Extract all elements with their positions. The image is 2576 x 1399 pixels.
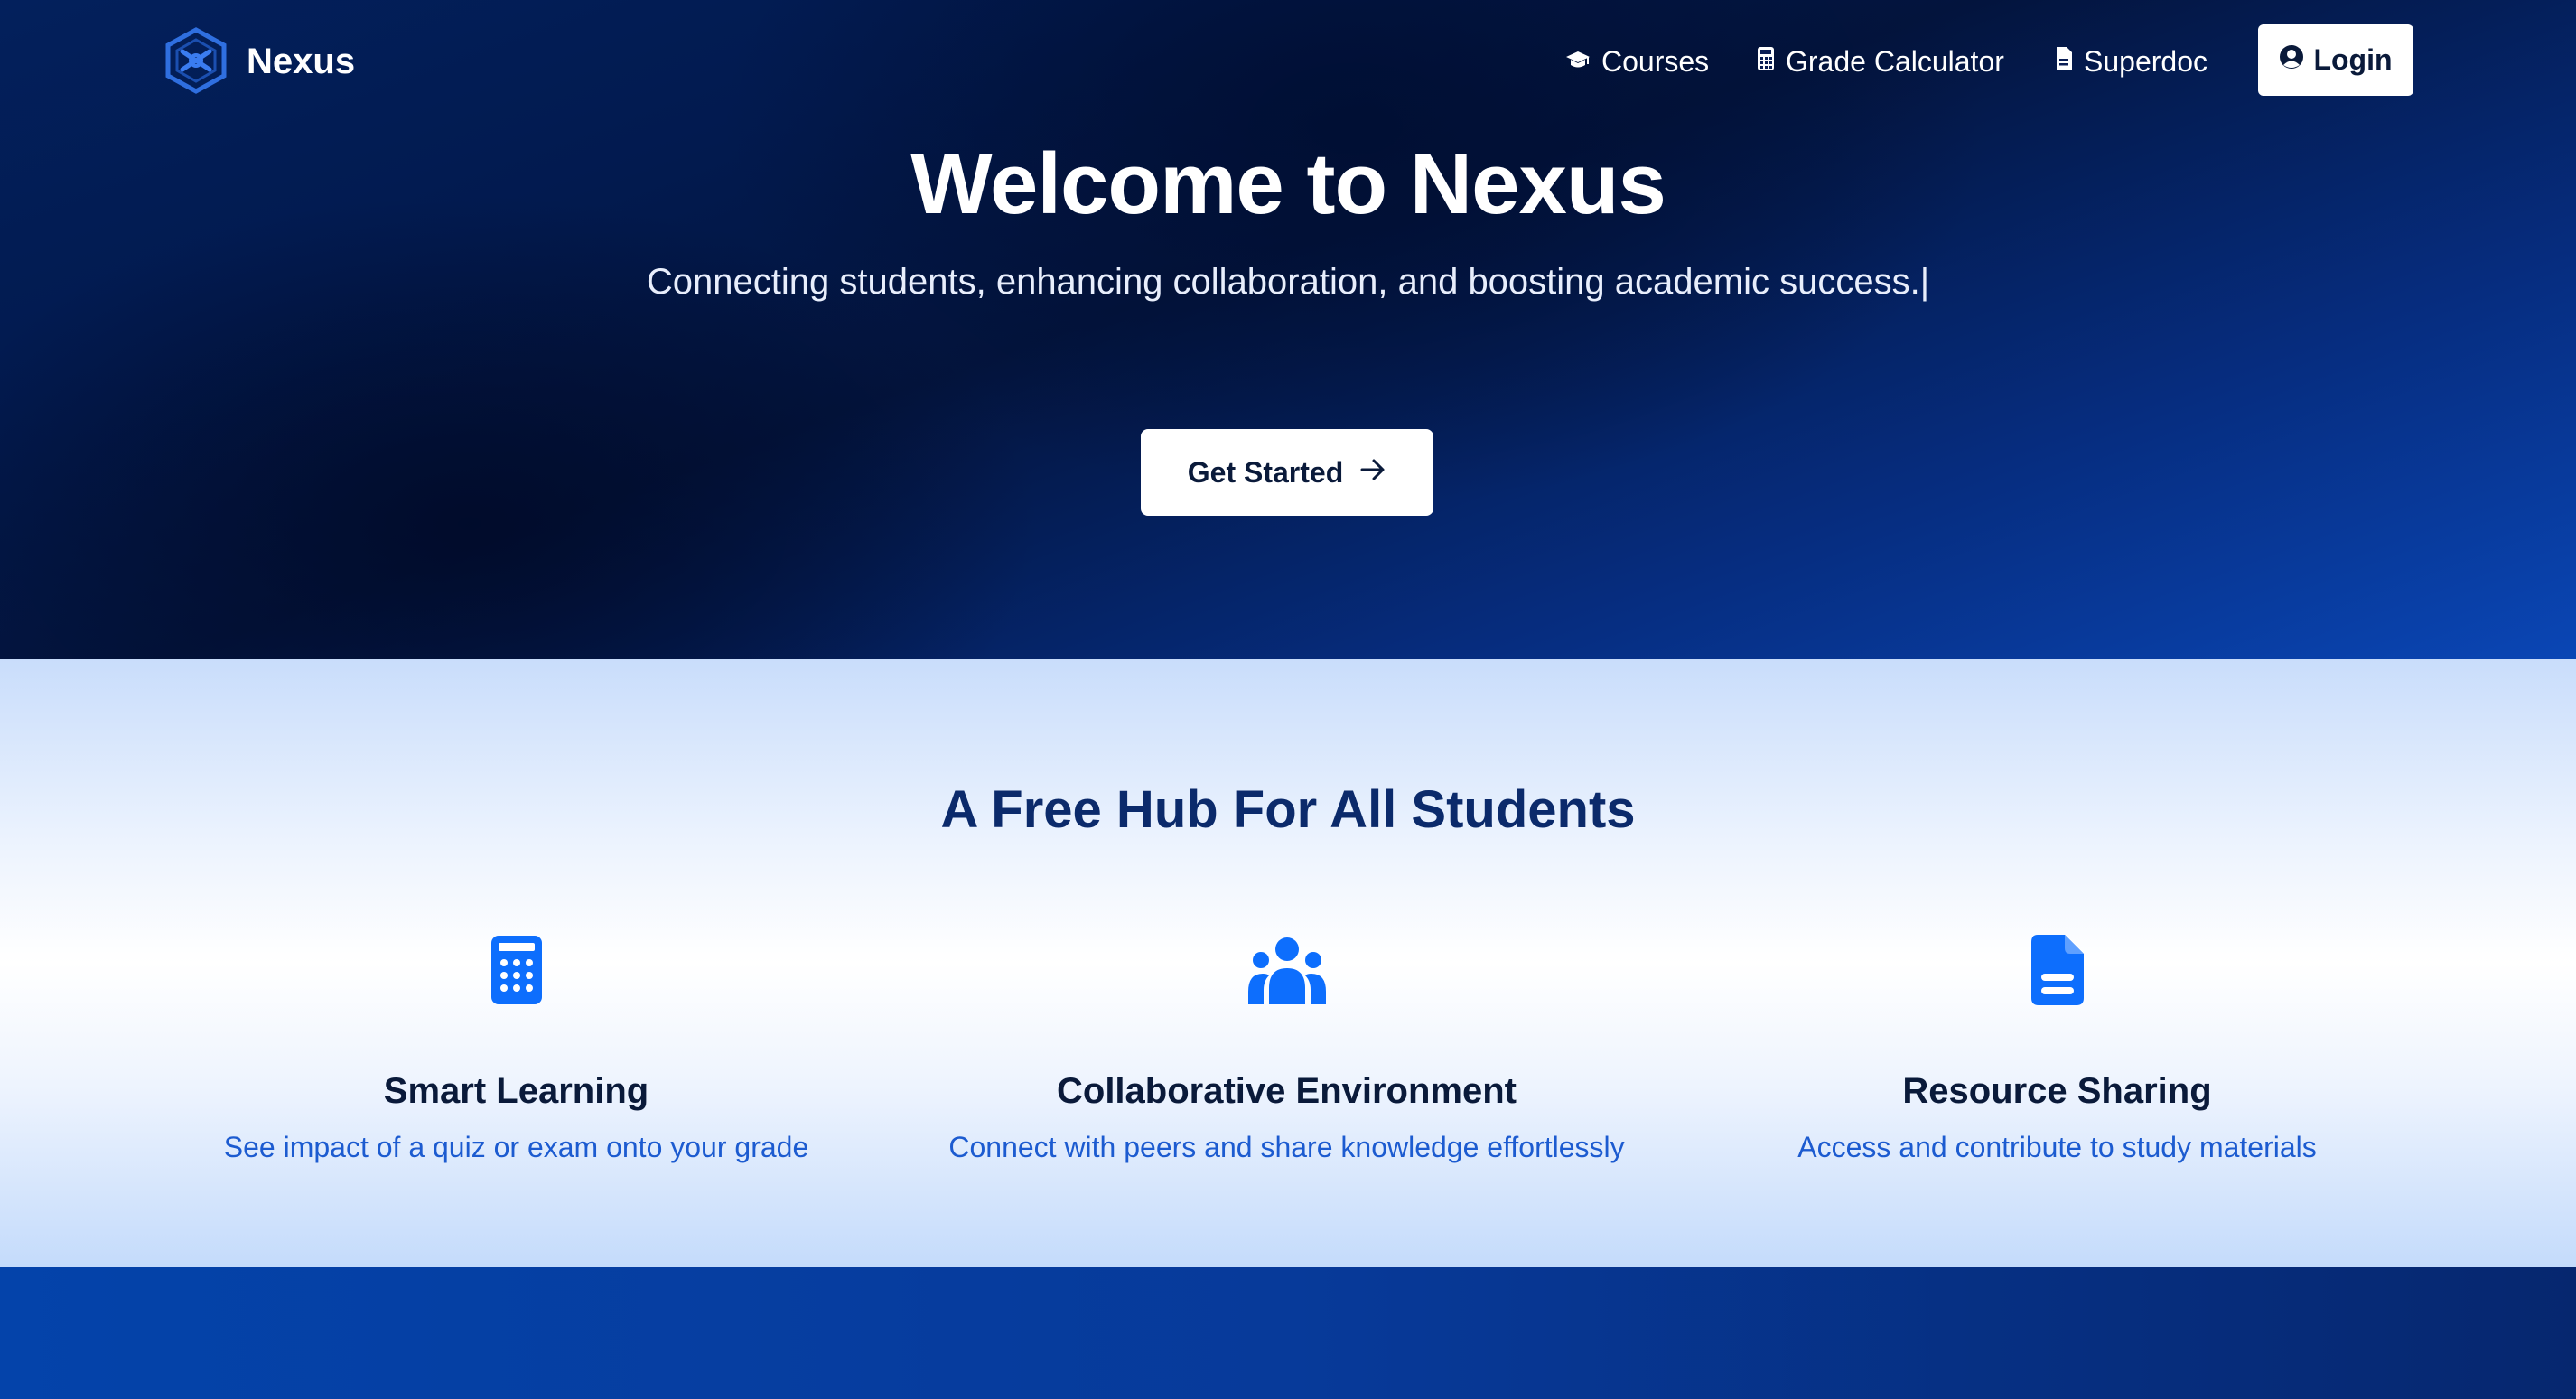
nav-grade-calculator-link[interactable]: Grade Calculator <box>1757 40 2004 83</box>
login-label: Login <box>2313 43 2393 76</box>
nav-courses-label: Courses <box>1601 45 1710 78</box>
user-circle-icon <box>2279 43 2304 77</box>
feature-resource-sharing: Resource Sharing Access and contribute t… <box>1672 930 2442 1167</box>
nav-superdoc-label: Superdoc <box>2084 45 2207 78</box>
calculator-icon <box>490 936 542 1004</box>
login-button[interactable]: Login <box>2258 24 2413 96</box>
feature-description: Connect with peers and share knowledge e… <box>948 1131 1625 1163</box>
feature-title: Collaborative Environment <box>1057 1071 1517 1111</box>
hero-subtitle: Connecting students, enhancing collabora… <box>646 262 1930 302</box>
feature-description: See impact of a quiz or exam onto your g… <box>223 1131 809 1163</box>
hero-title: Welcome to Nexus <box>910 135 1666 232</box>
feature-smart-learning: Smart Learning See impact of a quiz or e… <box>131 930 901 1167</box>
feature-collaborative-environment: Collaborative Environment Connect with p… <box>901 930 1672 1167</box>
feature-description: Access and contribute to study materials <box>1797 1131 2317 1163</box>
get-started-button[interactable]: Get Started <box>1141 429 1433 516</box>
get-started-label: Get Started <box>1187 455 1344 489</box>
document-icon <box>2055 40 2073 83</box>
feature-title: Smart Learning <box>383 1071 649 1111</box>
calculator-icon <box>1757 40 1775 83</box>
graduation-cap-icon <box>1565 40 1591 83</box>
nexus-logo-icon[interactable] <box>164 27 228 94</box>
arrow-right-icon <box>1359 456 1386 490</box>
features-title: A Free Hub For All Students <box>940 780 1636 839</box>
feature-title: Resource Sharing <box>1902 1071 2212 1111</box>
users-icon <box>1247 937 1326 1004</box>
nav-courses-link[interactable]: Courses <box>1565 40 1709 83</box>
nav-grade-calculator-label: Grade Calculator <box>1786 45 2004 78</box>
nav-superdoc-link[interactable]: Superdoc <box>2055 40 2207 83</box>
brand-name[interactable]: Nexus <box>247 40 355 83</box>
document-icon <box>2030 935 2084 1005</box>
footer-band <box>0 1267 2576 1399</box>
hero-section <box>0 0 2576 659</box>
